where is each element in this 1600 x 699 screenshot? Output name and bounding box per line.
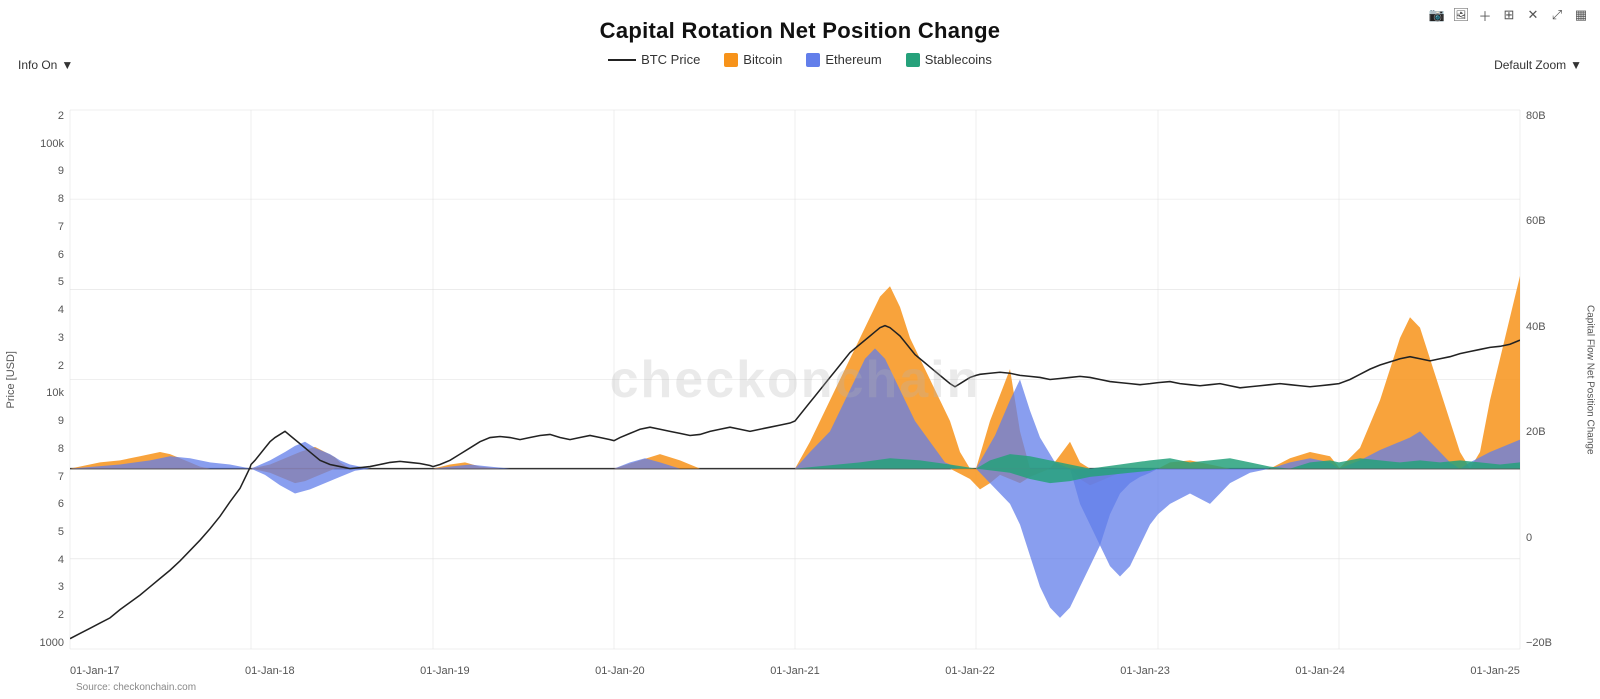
- legend-bitcoin[interactable]: Bitcoin: [724, 52, 782, 67]
- main-chart-svg: [70, 110, 1520, 649]
- legend-bitcoin-box: [724, 53, 738, 67]
- legend-btc-price-label: BTC Price: [641, 52, 700, 67]
- source-text: Source: checkonchain.com: [76, 682, 196, 693]
- arrows-icon[interactable]: ⤢: [1548, 6, 1566, 24]
- cross-icon[interactable]: ✕: [1524, 6, 1542, 24]
- plus-icon[interactable]: ＋: [1476, 6, 1494, 24]
- legend-stablecoins-label: Stablecoins: [925, 52, 992, 67]
- x-axis: 01-Jan-17 01-Jan-18 01-Jan-19 01-Jan-20 …: [70, 665, 1520, 677]
- photo-icon[interactable]: 🖼: [1452, 6, 1470, 24]
- bar-chart-icon[interactable]: ▦: [1572, 6, 1590, 24]
- legend-stablecoins[interactable]: Stablecoins: [906, 52, 992, 67]
- camera-icon[interactable]: 📷: [1428, 6, 1446, 24]
- legend-ethereum[interactable]: Ethereum: [806, 52, 881, 67]
- chevron-down-icon: ▼: [1570, 58, 1582, 72]
- y-axis-right-label: Capital Flow Net Position Change: [1582, 110, 1598, 649]
- legend: BTC Price Bitcoin Ethereum Stablecoins: [0, 52, 1600, 67]
- legend-bitcoin-label: Bitcoin: [743, 52, 782, 67]
- legend-stablecoins-box: [906, 53, 920, 67]
- toolbar: 📷 🖼 ＋ ⊞ ✕ ⤢ ▦: [1428, 6, 1590, 24]
- chart-container: Capital Rotation Net Position Change 📷 🖼…: [0, 0, 1600, 699]
- chevron-down-icon: ▼: [61, 58, 73, 72]
- zoom-label: Default Zoom: [1494, 58, 1566, 72]
- legend-btc-price-line: [608, 59, 636, 61]
- y-axis-left: 2 100k 9 8 7 6 5 4 3 2 10k 9 8 7 6 5 4 3…: [0, 110, 70, 649]
- legend-ethereum-label: Ethereum: [825, 52, 881, 67]
- chart-title: Capital Rotation Net Position Change: [0, 0, 1600, 44]
- legend-ethereum-box: [806, 53, 820, 67]
- info-dropdown[interactable]: Info On ▼: [18, 58, 73, 72]
- zoom-dropdown[interactable]: Default Zoom ▼: [1494, 58, 1582, 72]
- grid-icon[interactable]: ⊞: [1500, 6, 1518, 24]
- legend-btc-price[interactable]: BTC Price: [608, 52, 700, 67]
- info-label: Info On: [18, 58, 57, 72]
- chart-area: checkonchain: [70, 110, 1520, 649]
